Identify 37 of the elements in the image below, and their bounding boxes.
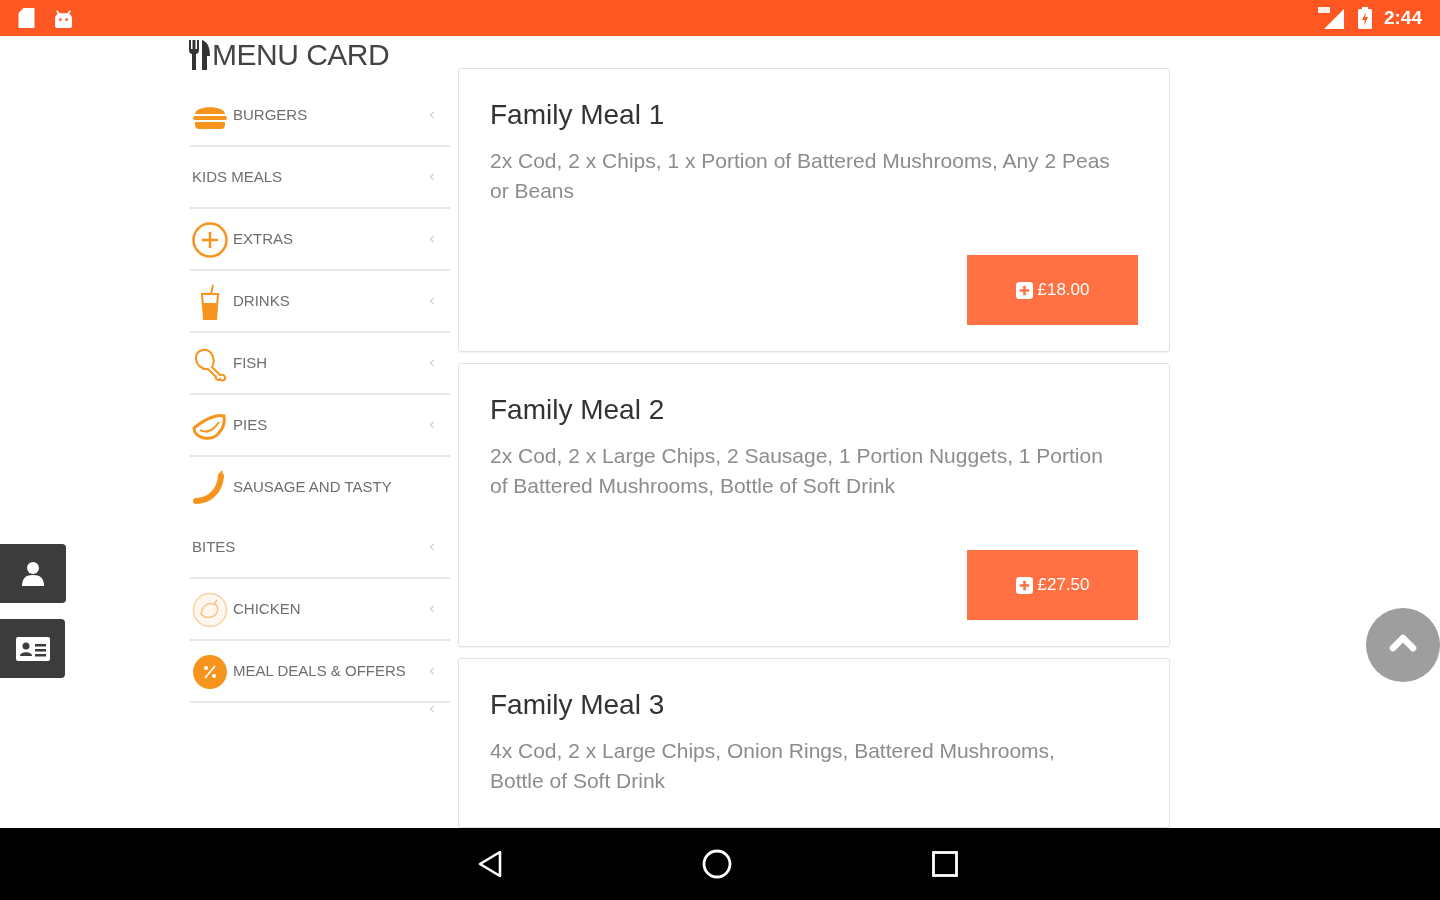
plus-square-icon [1015, 281, 1033, 299]
recent-apps-icon[interactable] [932, 851, 958, 877]
signal-icon [1317, 7, 1346, 29]
sd-card-icon [18, 8, 35, 28]
category-item[interactable]: DRINKS [190, 271, 450, 333]
clock-time: 2:44 [1383, 5, 1422, 30]
chicken-icon [192, 592, 228, 629]
category-item[interactable]: MEAL DEALS & OFFERS [190, 641, 450, 703]
back-icon[interactable] [478, 850, 502, 878]
plus-square-icon [1015, 576, 1033, 594]
contact-card-button[interactable] [0, 619, 65, 678]
account-button[interactable] [0, 544, 66, 603]
robot-head-icon [54, 8, 73, 28]
category-item[interactable]: EXTRAS [190, 209, 450, 271]
category-item[interactable]: KIDS MEALS [190, 147, 450, 209]
category-item[interactable]: BURGERS [190, 85, 450, 147]
drumstick-icon [192, 346, 228, 383]
percent-badge-icon [192, 654, 228, 691]
home-icon[interactable] [702, 849, 732, 879]
meal-description: 2x Cod, 2 x Large Chips, 2 Sausage, 1 Portion Nuggets, 1 Portion of Battered Mushrooms, Bottle of Soft Drink [490, 443, 1104, 499]
user-icon [22, 561, 44, 586]
contact-card-icon [15, 636, 50, 661]
meal-title: Family Meal 2 [490, 393, 665, 427]
menu-card-title: MENU CARD [212, 38, 390, 72]
plus-circle-icon [192, 222, 228, 259]
add-price-button[interactable]: £18.00 [967, 255, 1138, 325]
cutlery-icon [188, 40, 212, 70]
category-item[interactable]: PIES [190, 395, 450, 457]
category-item[interactable]: CHICKEN [190, 579, 450, 641]
meal-title: Family Meal 3 [490, 688, 665, 722]
add-price-button[interactable]: £27.50 [967, 550, 1138, 620]
meal-description: 4x Cod, 2 x Large Chips, Onion Rings, Battered Mushrooms, Bottle of Soft Drink [490, 738, 1056, 794]
category-item[interactable]: SAUSAGE AND TASTY BITES [190, 457, 450, 579]
category-item[interactable]: FISH [190, 333, 450, 395]
meal-title: Family Meal 1 [490, 98, 665, 132]
meal-description: 2x Cod, 2 x Chips, 1 x Portion of Battered Mushrooms, Any 2 Peas or Beans [490, 148, 1111, 204]
battery-icon [1357, 7, 1372, 29]
